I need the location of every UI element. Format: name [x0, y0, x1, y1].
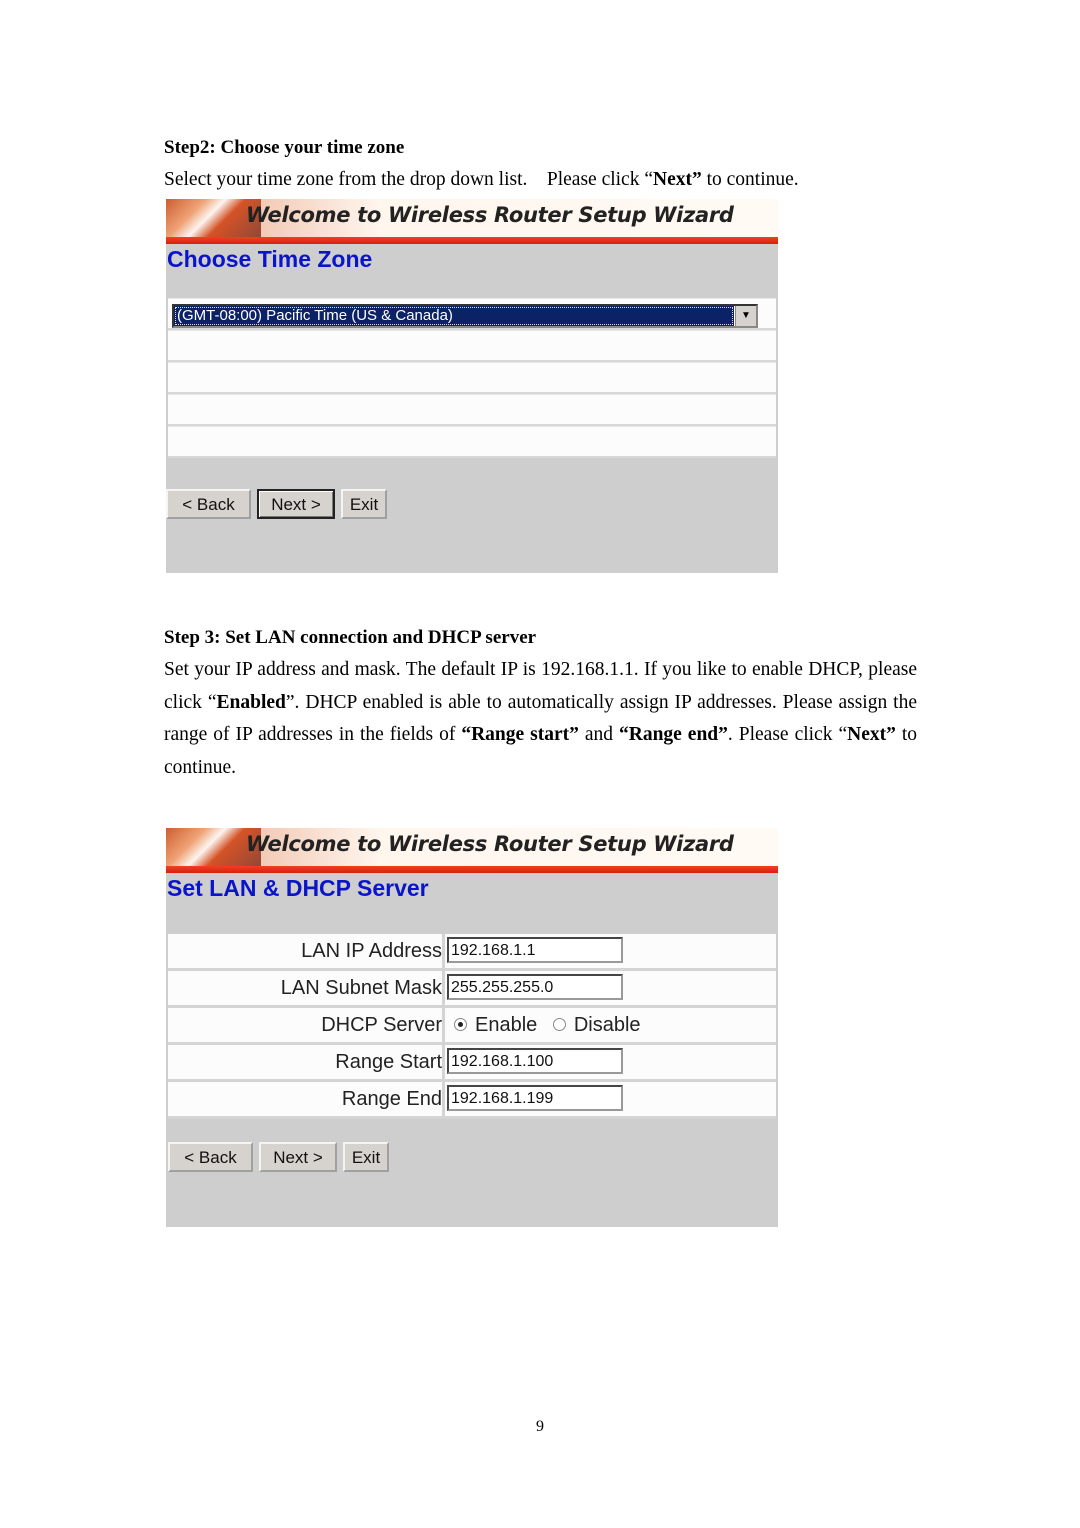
range-start-label: Range Start	[335, 1051, 442, 1073]
subnet-row: LAN Subnet Mask 255.255.255.0	[168, 971, 776, 1008]
banner-title: Welcome to Wireless Router Setup Wizard	[246, 832, 734, 856]
timezone-selected-value: (GMT-08:00) Pacific Time (US & Canada)	[174, 306, 734, 326]
timezone-row: (GMT-08:00) Pacific Time (US & Canada) ▼	[168, 298, 776, 330]
step2-instruction: Select your time zone from the drop down…	[164, 164, 917, 197]
dhcp-disable-radio[interactable]	[552, 1017, 566, 1031]
timezone-wizard-panel: Welcome to Wireless Router Setup Wizard …	[166, 199, 778, 573]
empty-row	[168, 394, 776, 426]
subnet-label: LAN Subnet Mask	[280, 977, 442, 999]
page-title: Set LAN & DHCP Server	[167, 875, 429, 901]
next-button[interactable]: Next >	[257, 489, 335, 519]
instruction-bold: Next”	[653, 169, 702, 190]
banner-divider	[166, 237, 778, 244]
dhcp-server-label: DHCP Server	[321, 1014, 442, 1036]
dhcp-enable-radio[interactable]	[454, 1017, 467, 1031]
lan-ip-row: LAN IP Address 192.168.1.1	[168, 934, 776, 971]
lan-ip-input[interactable]: 192.168.1.1	[447, 937, 623, 963]
instruction-bold: Next”	[847, 724, 896, 745]
step2-heading: Step2: Choose your time zone	[164, 137, 405, 158]
column-divider	[442, 1008, 445, 1042]
wizard-banner: Welcome to Wireless Router Setup Wizard	[166, 199, 778, 237]
banner-title: Welcome to Wireless Router Setup Wizard	[246, 203, 734, 227]
next-button[interactable]: Next >	[259, 1142, 337, 1172]
instruction-bold: Enabled	[216, 691, 286, 713]
range-end-input[interactable]: 192.168.1.199	[447, 1085, 623, 1111]
range-start-row: Range Start 192.168.1.100	[168, 1045, 776, 1082]
empty-row	[168, 330, 776, 362]
dhcp-radio-group: Enable Disable	[452, 1008, 641, 1042]
instruction-bold: “Range end”	[618, 724, 728, 745]
exit-button[interactable]: Exit	[343, 1142, 389, 1172]
column-divider	[442, 934, 445, 968]
instruction-text: and	[578, 724, 619, 745]
instruction-text: Select your time zone from the drop down…	[164, 169, 653, 190]
wizard-banner: Welcome to Wireless Router Setup Wizard	[166, 828, 778, 866]
banner-divider	[166, 866, 778, 873]
column-divider	[442, 1082, 445, 1116]
step3-heading: Step 3: Set LAN connection and DHCP serv…	[164, 627, 537, 648]
empty-row	[168, 362, 776, 394]
lan-dhcp-wizard-panel: Welcome to Wireless Router Setup Wizard …	[166, 828, 778, 1227]
chevron-down-icon[interactable]: ▼	[735, 306, 756, 326]
dhcp-enable-label[interactable]: Enable	[475, 1014, 537, 1036]
range-end-row: Range End 192.168.1.199	[168, 1082, 776, 1119]
back-button[interactable]: < Back	[166, 489, 251, 519]
range-start-input[interactable]: 192.168.1.100	[447, 1048, 623, 1074]
dhcp-server-row: DHCP Server Enable Disable	[168, 1008, 776, 1045]
exit-button[interactable]: Exit	[341, 489, 387, 519]
empty-row	[168, 426, 776, 458]
page-title: Choose Time Zone	[167, 246, 373, 272]
range-end-label: Range End	[341, 1088, 442, 1110]
column-divider	[442, 971, 445, 1005]
column-divider	[442, 1045, 445, 1079]
timezone-select[interactable]: (GMT-08:00) Pacific Time (US & Canada) ▼	[172, 304, 758, 328]
lan-ip-label: LAN IP Address	[301, 940, 442, 962]
dhcp-disable-label[interactable]: Disable	[574, 1014, 641, 1036]
subnet-mask-input[interactable]: 255.255.255.0	[447, 974, 623, 1000]
step3-instruction: Set your IP address and mask. The defaul…	[164, 654, 917, 784]
page-number: 9	[536, 1418, 544, 1435]
instruction-text: . Please click “	[727, 724, 848, 745]
back-button[interactable]: < Back	[168, 1142, 253, 1172]
instruction-text: to continue.	[701, 169, 799, 190]
instruction-bold: “Range start”	[461, 724, 579, 745]
